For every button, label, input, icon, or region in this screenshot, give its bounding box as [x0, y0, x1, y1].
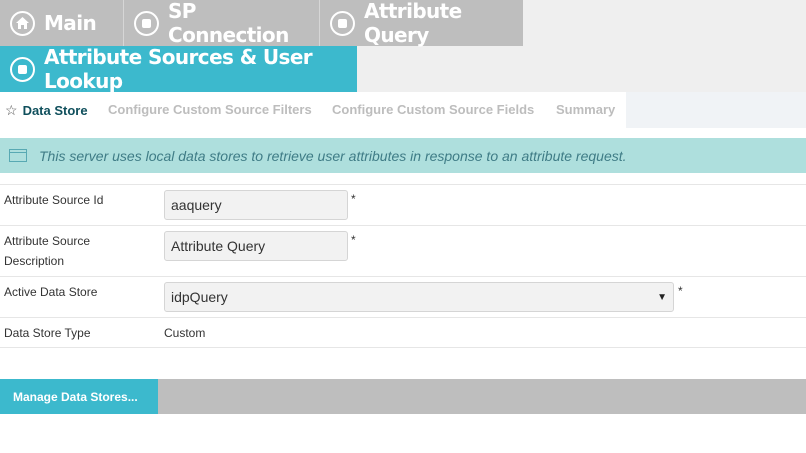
tab-data-store[interactable]: ☆ Data Store	[5, 102, 88, 119]
breadcrumb-main[interactable]: Main	[0, 0, 123, 46]
breadcrumb: Main SP Connection Attribute Query Attri…	[0, 0, 806, 93]
form-row-active-data-store: Active Data Store idpQuery ▼ *	[0, 276, 806, 317]
required-marker: *	[351, 233, 356, 247]
form-row-data-store-type: Data Store Type Custom	[0, 317, 806, 348]
breadcrumb-main-label: Main	[44, 11, 97, 35]
manage-data-stores-button[interactable]: Manage Data Stores...	[0, 379, 158, 414]
active-data-store-label: Active Data Store	[4, 285, 98, 299]
required-marker: *	[351, 192, 356, 206]
form-row-attribute-source-id: Attribute Source Id *	[0, 184, 806, 225]
stop-icon	[10, 56, 35, 82]
active-data-store-select[interactable]: idpQuery ▼	[164, 282, 674, 312]
attribute-source-id-label: Attribute Source Id	[4, 193, 104, 207]
info-banner: This server uses local data stores to re…	[0, 138, 806, 173]
form-row-attribute-source-description: Attribute Source Description *	[0, 225, 806, 276]
info-message: This server uses local data stores to re…	[39, 147, 627, 164]
breadcrumb-attribute-query-label: Attribute Query	[364, 0, 462, 47]
required-marker: *	[678, 284, 683, 298]
stop-icon	[134, 10, 159, 36]
star-icon: ☆	[5, 102, 18, 118]
tab-configure-custom-source-filters[interactable]: Configure Custom Source Filters	[108, 102, 312, 117]
action-bar: Manage Data Stores...	[0, 379, 806, 414]
attribute-source-id-input[interactable]	[164, 190, 348, 220]
stop-icon	[330, 10, 355, 36]
data-store-type-value: Custom	[164, 326, 206, 340]
message-icon	[9, 149, 27, 162]
caret-down-icon: ▼	[657, 291, 667, 303]
active-data-store-value: idpQuery	[171, 289, 228, 305]
attribute-source-description-label: Attribute Source Description	[4, 234, 91, 268]
breadcrumb-current: Attribute Sources & User Lookup	[0, 45, 357, 93]
wizard-tabs: ☆ Data Store Configure Custom Source Fil…	[0, 92, 806, 128]
tab-summary[interactable]: Summary	[556, 102, 615, 117]
home-icon	[10, 10, 35, 36]
breadcrumb-attribute-query[interactable]: Attribute Query	[319, 0, 523, 47]
breadcrumb-sp-connection[interactable]: SP Connection	[123, 0, 319, 47]
tab-configure-custom-source-fields[interactable]: Configure Custom Source Fields	[332, 102, 534, 117]
data-store-type-label: Data Store Type	[4, 326, 91, 340]
tab-data-store-label: Data Store	[22, 103, 88, 118]
breadcrumb-sp-connection-label: SP Connection	[168, 0, 289, 47]
wizard-tabs-strip: ☆ Data Store Configure Custom Source Fil…	[0, 92, 626, 128]
page-title: Attribute Sources & User Lookup	[44, 45, 313, 93]
attribute-source-description-input[interactable]	[164, 231, 348, 261]
